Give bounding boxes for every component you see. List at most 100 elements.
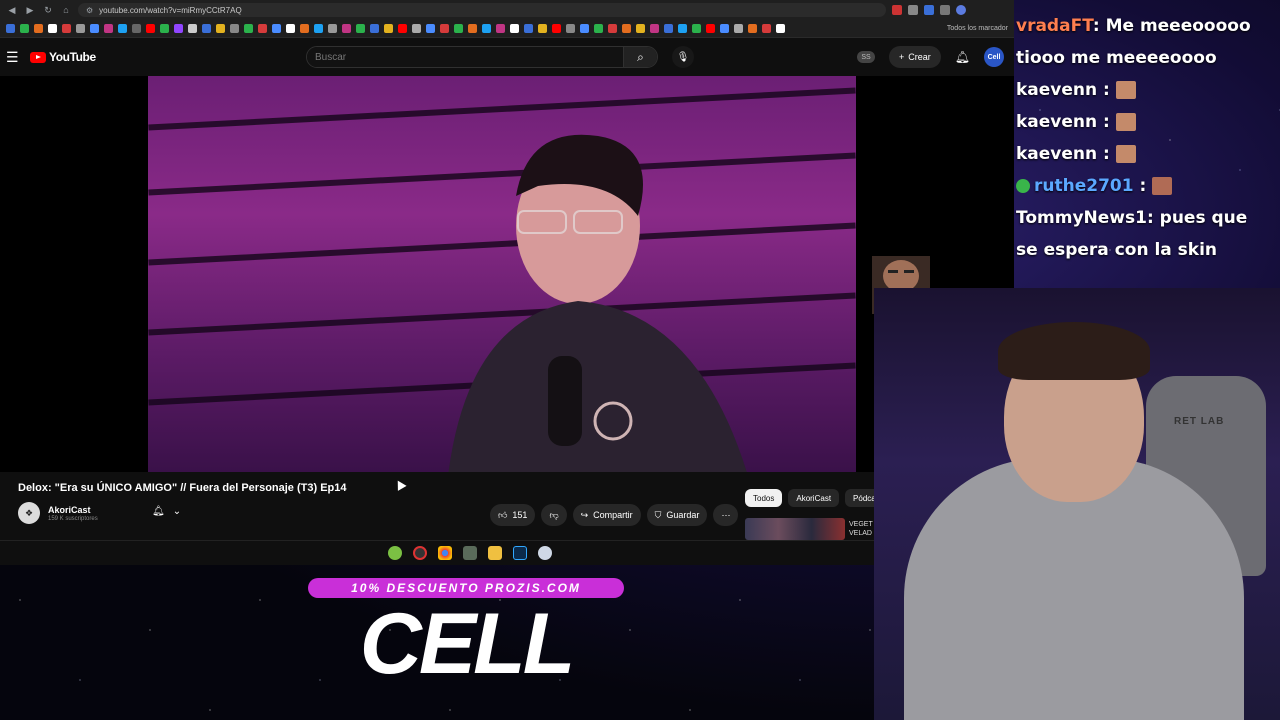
bookmark-icon[interactable] — [62, 24, 71, 33]
bookmark-icon[interactable] — [412, 24, 421, 33]
subscription-bell-button[interactable]: 🔔︎ ⌄ — [152, 506, 181, 517]
folder-icon[interactable] — [488, 546, 502, 560]
chrome-icon[interactable] — [438, 546, 452, 560]
bookmark-icon[interactable] — [20, 24, 29, 33]
home-icon[interactable]: ⌂ — [60, 5, 72, 15]
bookmark-icon[interactable] — [48, 24, 57, 33]
bookmark-icon[interactable] — [538, 24, 547, 33]
bookmark-icon[interactable] — [328, 24, 337, 33]
profile-icon[interactable] — [956, 5, 966, 15]
extension-icon[interactable] — [908, 5, 918, 15]
like-button[interactable]: 👍︎ 151 — [490, 504, 536, 526]
bookmark-icon[interactable] — [342, 24, 351, 33]
notifications-bell-icon[interactable]: 🔔︎ — [955, 50, 970, 64]
save-button[interactable]: ⛉ Guardar — [646, 504, 708, 526]
back-icon[interactable]: ◀ — [6, 5, 18, 16]
channel-avatar[interactable]: ❖ — [18, 502, 40, 524]
bookmark-icon[interactable] — [720, 24, 729, 33]
bookmark-icon[interactable] — [202, 24, 211, 33]
bookmark-icon[interactable] — [580, 24, 589, 33]
bookmark-icon[interactable] — [524, 24, 533, 33]
bookmark-icon[interactable] — [636, 24, 645, 33]
bookmark-icon[interactable] — [272, 24, 281, 33]
os-taskbar — [0, 540, 880, 565]
bookmark-icon[interactable] — [230, 24, 239, 33]
extension-icon[interactable] — [940, 5, 950, 15]
create-button[interactable]: + Crear — [888, 46, 941, 68]
video-frame[interactable] — [148, 76, 856, 472]
bookmark-icon[interactable] — [566, 24, 575, 33]
bookmark-icon[interactable] — [258, 24, 267, 33]
bookmark-icon[interactable] — [174, 24, 183, 33]
bookmark-icon[interactable] — [216, 24, 225, 33]
share-button[interactable]: ↪ Compartir — [572, 504, 641, 526]
recommended-video[interactable]: VEGET VELAD — [745, 517, 875, 541]
bookmark-icon[interactable] — [356, 24, 365, 33]
all-bookmarks-folder[interactable]: Todos los marcador — [947, 25, 1008, 32]
channel-block: ❖ AkoriCast 159 K suscriptores 🔔︎ ⌄ — [18, 502, 181, 524]
search-input[interactable] — [307, 47, 623, 67]
reload-icon[interactable]: ↻ — [42, 5, 54, 16]
bookmark-icon[interactable] — [454, 24, 463, 33]
taskbar-app-icon[interactable] — [413, 546, 427, 560]
site-info-icon[interactable]: ⚙ — [86, 6, 93, 15]
bookmark-icon[interactable] — [706, 24, 715, 33]
bookmark-icon[interactable] — [440, 24, 449, 33]
menu-icon[interactable]: ☰ — [6, 49, 22, 66]
bookmark-icon[interactable] — [692, 24, 701, 33]
bookmark-icon[interactable] — [650, 24, 659, 33]
dislike-button[interactable]: 👎︎ — [541, 504, 567, 526]
bookmark-icon[interactable] — [482, 24, 491, 33]
bookmark-icon[interactable] — [286, 24, 295, 33]
bookmark-icon[interactable] — [496, 24, 505, 33]
bookmark-icon[interactable] — [762, 24, 771, 33]
voice-search-button[interactable]: 🎙 — [672, 46, 694, 68]
bookmark-icon[interactable] — [594, 24, 603, 33]
bookmark-icon[interactable] — [76, 24, 85, 33]
ss-extension-badge[interactable]: SS — [856, 51, 875, 63]
bookmark-icon[interactable] — [748, 24, 757, 33]
bookmark-icon[interactable] — [398, 24, 407, 33]
bookmark-icon[interactable] — [384, 24, 393, 33]
bookmark-icon[interactable] — [244, 24, 253, 33]
bookmark-icon[interactable] — [104, 24, 113, 33]
taskbar-app-icon[interactable] — [463, 546, 477, 560]
bookmark-icon[interactable] — [34, 24, 43, 33]
bookmark-icon[interactable] — [188, 24, 197, 33]
bookmark-icon[interactable] — [146, 24, 155, 33]
bookmark-icon[interactable] — [468, 24, 477, 33]
bookmark-icon[interactable] — [426, 24, 435, 33]
taskbar-app-icon[interactable] — [538, 546, 552, 560]
bookmark-icon[interactable] — [160, 24, 169, 33]
bookmark-icon[interactable] — [118, 24, 127, 33]
account-avatar[interactable]: Cell — [984, 47, 1004, 67]
bookmark-icon[interactable] — [6, 24, 15, 33]
youtube-logo[interactable]: YouTube — [30, 50, 96, 64]
address-bar[interactable]: ⚙ youtube.com/watch?v=miRmyCCtR7AQ — [78, 3, 886, 17]
taskbar-app-icon[interactable] — [388, 546, 402, 560]
filter-chip-todos[interactable]: Todos — [745, 489, 783, 507]
recommended-thumbnail[interactable] — [745, 518, 845, 540]
bookmark-icon[interactable] — [622, 24, 631, 33]
bookmark-icon[interactable] — [776, 24, 785, 33]
channel-name[interactable]: AkoriCast — [48, 505, 98, 515]
bookmark-icon[interactable] — [734, 24, 743, 33]
bookmark-icon[interactable] — [90, 24, 99, 33]
photoshop-icon[interactable] — [513, 546, 527, 560]
bookmark-icon[interactable] — [664, 24, 673, 33]
bookmark-icon[interactable] — [678, 24, 687, 33]
extension-icon[interactable] — [924, 5, 934, 15]
filter-chip-akoricast[interactable]: AkoriCast — [788, 489, 840, 507]
bookmark-icon[interactable] — [552, 24, 561, 33]
bookmark-icon[interactable] — [314, 24, 323, 33]
bookmark-icon[interactable] — [608, 24, 617, 33]
bookmark-icon[interactable] — [132, 24, 141, 33]
bookmark-icon[interactable] — [510, 24, 519, 33]
forward-icon[interactable]: ▶ — [24, 5, 36, 16]
video-player[interactable] — [0, 76, 1014, 472]
bookmark-icon[interactable] — [300, 24, 309, 33]
search-button[interactable]: ⌕ — [623, 47, 657, 67]
more-actions-button[interactable]: ⋯ — [713, 504, 739, 526]
bookmark-icon[interactable] — [370, 24, 379, 33]
extension-icon[interactable] — [892, 5, 902, 15]
